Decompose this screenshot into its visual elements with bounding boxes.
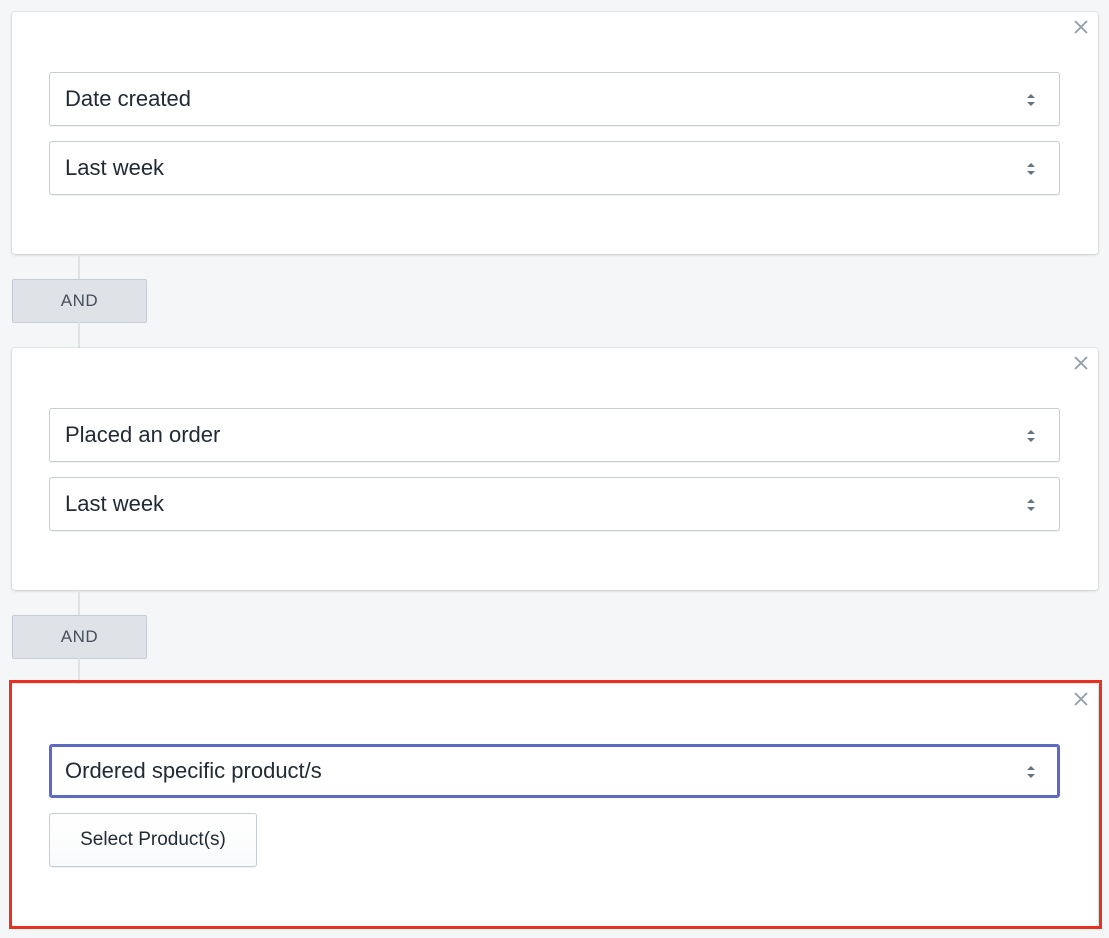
chevron-up-down-icon [1025,160,1037,178]
condition-field-select[interactable]: Placed an order [49,408,1060,462]
condition-field-select[interactable]: Date created [49,72,1060,126]
connector-line [78,254,80,280]
connector-line [78,658,80,684]
select-value: Ordered specific product/s [65,758,322,783]
connector-line [78,590,80,616]
chevron-up-down-icon [1025,763,1037,781]
select-value: Placed an order [65,422,221,447]
condition-builder: Date created Last week AND Placed an ord… [0,0,1109,938]
select-value: Last week [65,155,165,180]
condition-value-select[interactable]: Last week [49,477,1060,531]
and-operator-button[interactable]: AND [12,279,147,323]
close-icon[interactable] [1072,18,1090,36]
condition-card-1: Date created Last week [12,12,1098,254]
chevron-up-down-icon [1025,496,1037,514]
and-operator-button[interactable]: AND [12,615,147,659]
condition-card-2: Placed an order Last week [12,348,1098,590]
select-products-button[interactable]: Select Product(s) [49,813,257,867]
chevron-up-down-icon [1025,91,1037,109]
condition-card-3: Ordered specific product/s Select Produc… [12,684,1098,926]
condition-field-select[interactable]: Ordered specific product/s [49,744,1060,798]
select-value: Last week [65,491,165,516]
select-value: Date created [65,86,191,111]
condition-value-select[interactable]: Last week [49,141,1060,195]
chevron-up-down-icon [1025,427,1037,445]
connector-line [78,322,80,348]
close-icon[interactable] [1072,690,1090,708]
close-icon[interactable] [1072,354,1090,372]
